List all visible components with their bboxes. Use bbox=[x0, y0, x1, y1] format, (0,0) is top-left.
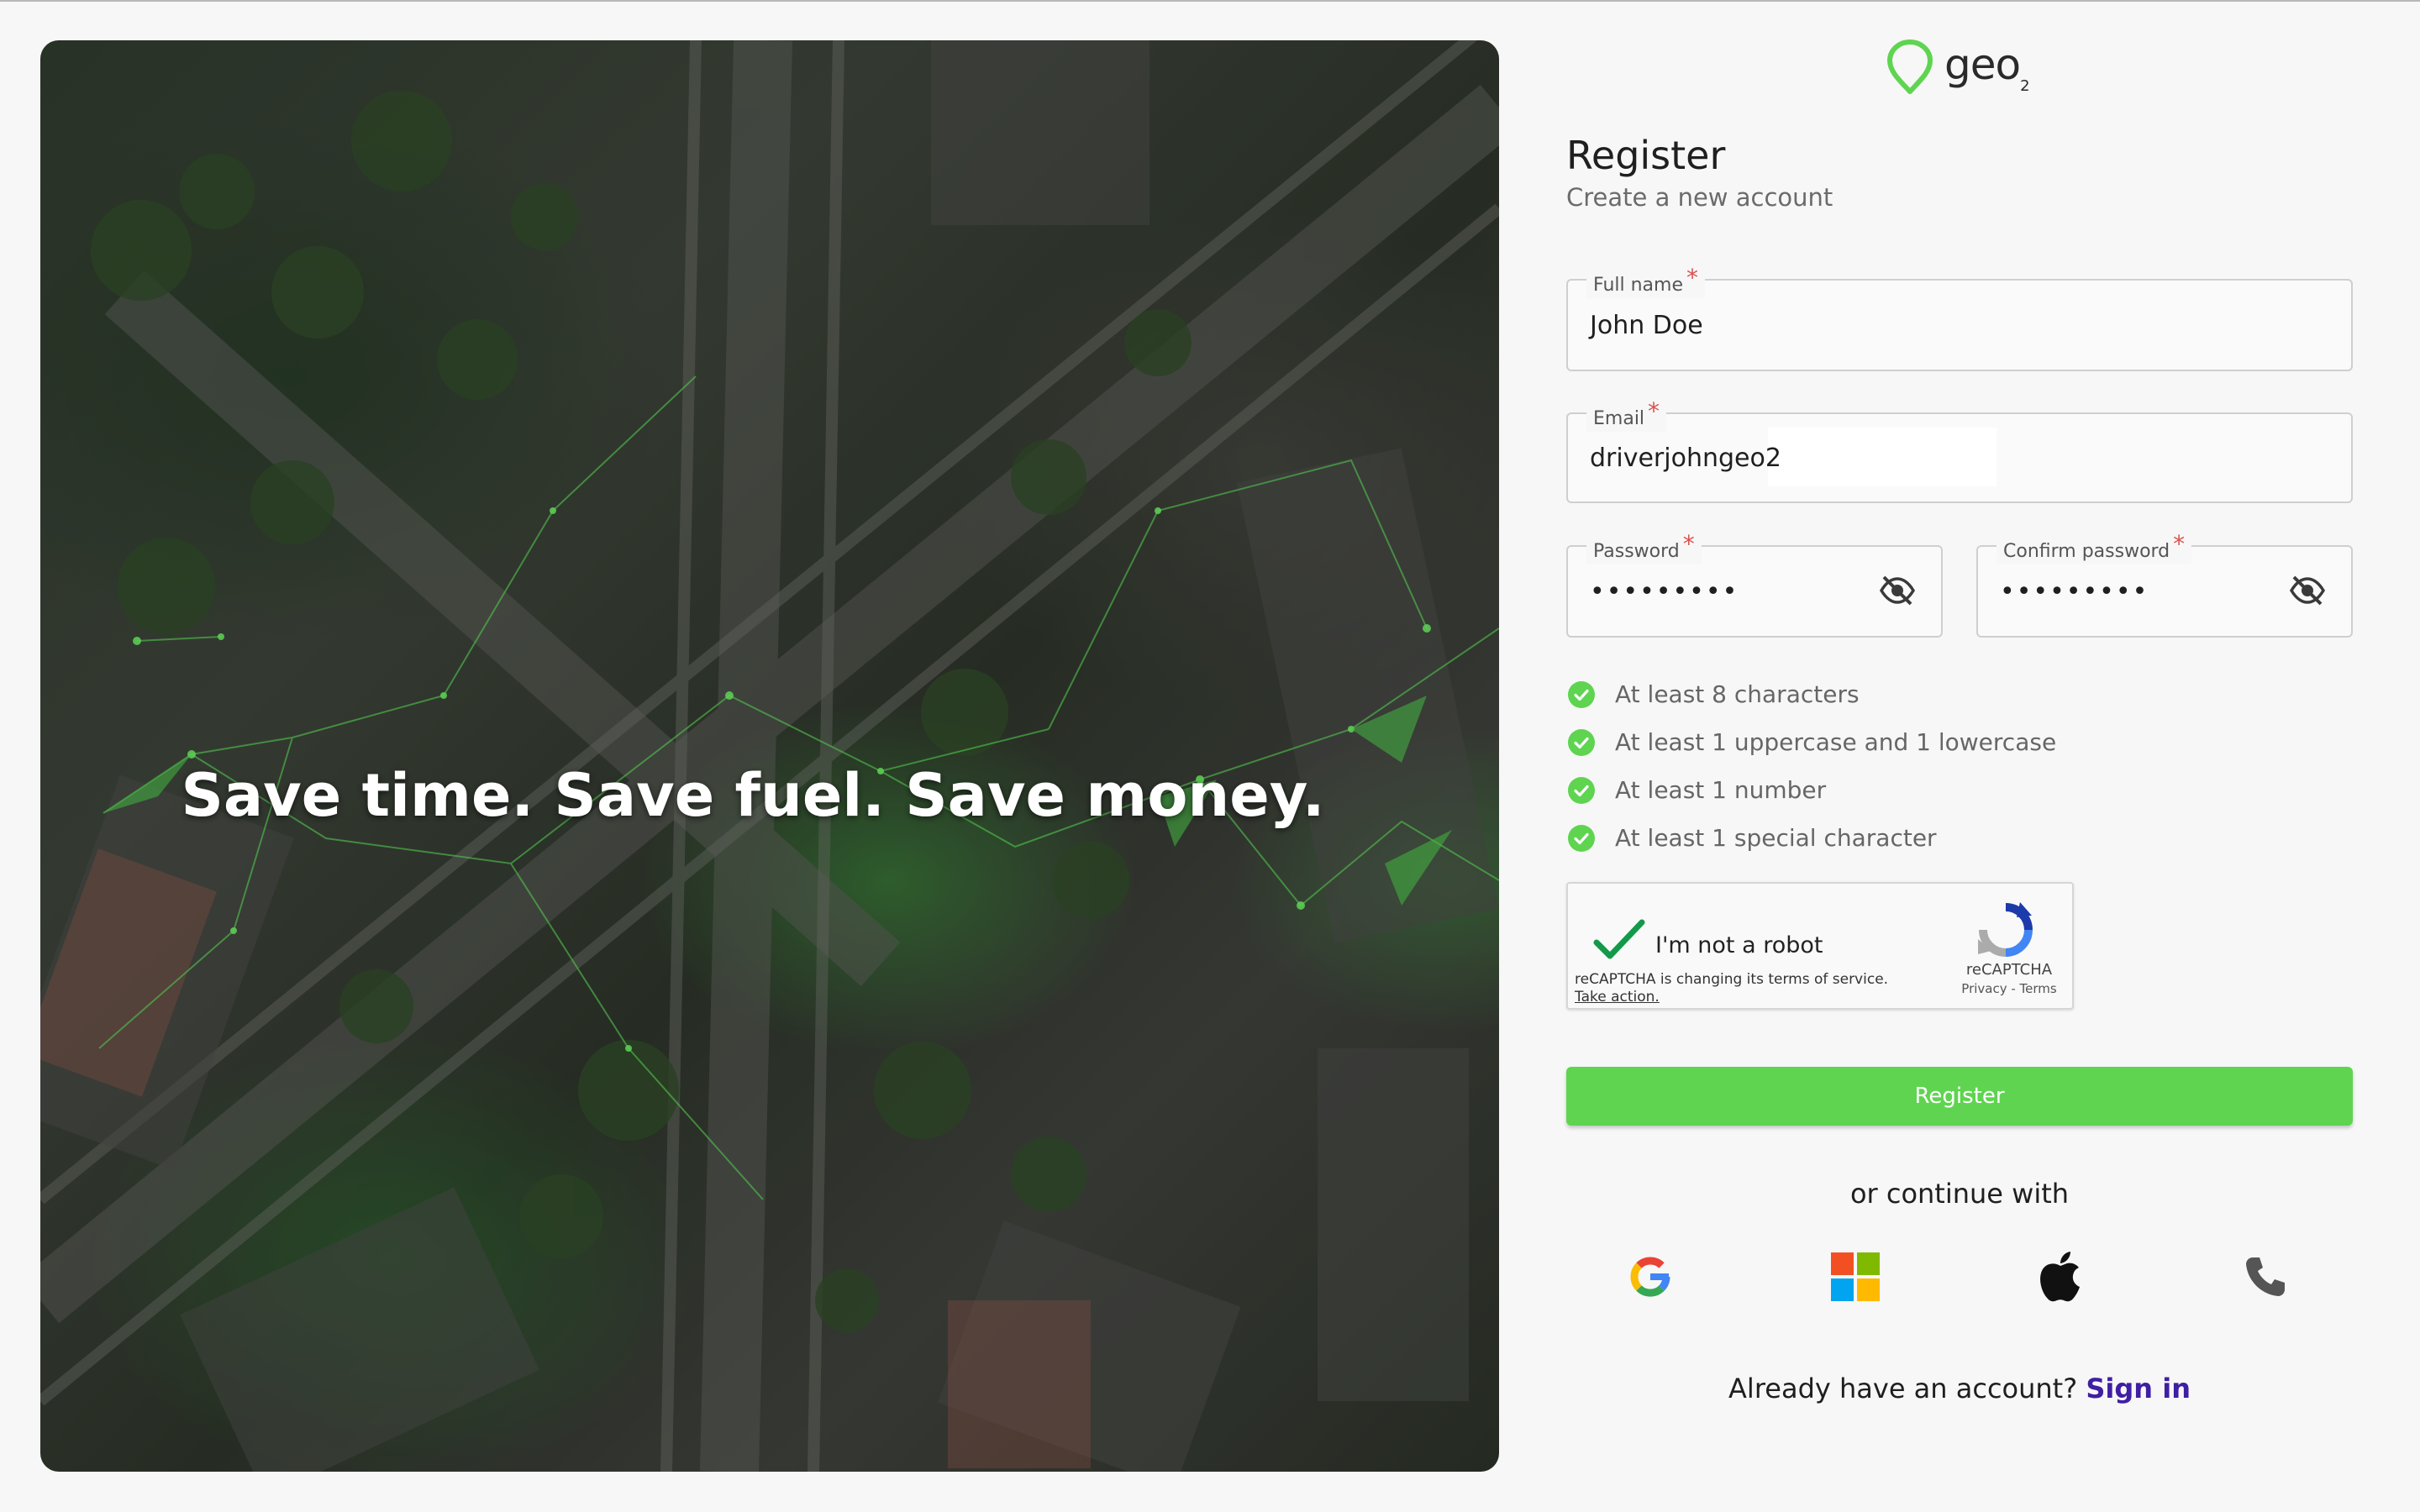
apple-signin-button[interactable] bbox=[2033, 1250, 2087, 1304]
recaptcha-widget: I'm not a robot reCAPTCHA is changing it… bbox=[1566, 882, 2074, 1010]
password-rules-list: At least 8 characters At least 1 upperca… bbox=[1568, 670, 2056, 862]
full-name-input[interactable]: John Doe bbox=[1590, 281, 1703, 370]
captcha-checkmark-icon[interactable] bbox=[1593, 919, 1645, 961]
phone-icon bbox=[2246, 1257, 2285, 1296]
apple-icon bbox=[2040, 1252, 2080, 1302]
confirm-password-field[interactable]: Confirm password * ••••••••• bbox=[1976, 532, 2353, 638]
confirm-password-input[interactable]: ••••••••• bbox=[2000, 547, 2149, 636]
password-rule: At least 1 uppercase and 1 lowercase bbox=[1568, 718, 2056, 766]
eye-off-icon[interactable] bbox=[2289, 574, 2326, 607]
continue-with-label: or continue with bbox=[1849, 1178, 2070, 1210]
register-button[interactable]: Register bbox=[1566, 1067, 2353, 1126]
check-circle-icon bbox=[1568, 728, 1595, 756]
recaptcha-logo-icon bbox=[1978, 902, 2033, 957]
password-rule-text: At least 1 special character bbox=[1615, 824, 1937, 852]
check-circle-icon bbox=[1568, 776, 1595, 804]
captcha-label: I'm not a robot bbox=[1655, 932, 1823, 958]
hero-headline: Save time. Save fuel. Save money. bbox=[181, 761, 1325, 830]
password-rule-text: At least 8 characters bbox=[1615, 680, 1860, 708]
captcha-take-action-link[interactable]: Take action. bbox=[1575, 989, 1888, 1006]
top-border bbox=[0, 0, 2420, 2]
eye-off-icon[interactable] bbox=[1879, 574, 1916, 607]
microsoft-signin-button[interactable] bbox=[1828, 1250, 1882, 1304]
email-input[interactable]: driverjohngeo2 bbox=[1590, 414, 1781, 501]
autofill-overlay bbox=[1768, 428, 1996, 486]
password-rule: At least 1 special character bbox=[1568, 814, 2056, 862]
brand-logo[interactable]: geo2 bbox=[1886, 37, 2030, 97]
logo-text: geo2 bbox=[1944, 39, 2030, 95]
page-title: Register bbox=[1566, 133, 1726, 178]
google-signin-button[interactable] bbox=[1623, 1250, 1677, 1304]
microsoft-icon bbox=[1831, 1252, 1880, 1301]
hero-image: Save time. Save fuel. Save money. bbox=[40, 40, 1499, 1472]
password-rule-text: At least 1 number bbox=[1615, 776, 1827, 804]
password-field[interactable]: Password * ••••••••• bbox=[1566, 532, 1943, 638]
captcha-notice: reCAPTCHA is changing its terms of servi… bbox=[1575, 971, 1889, 1006]
map-pin-icon bbox=[1887, 39, 1933, 94]
password-rule-text: At least 1 uppercase and 1 lowercase bbox=[1615, 728, 2057, 756]
captcha-terms-links[interactable]: Privacy - Terms bbox=[1946, 981, 2072, 996]
password-input[interactable]: ••••••••• bbox=[1590, 547, 1739, 636]
password-rule: At least 1 number bbox=[1568, 766, 2056, 814]
email-field[interactable]: Email * driverjohngeo2 bbox=[1566, 399, 2353, 503]
full-name-field[interactable]: Full name * John Doe bbox=[1566, 265, 2353, 371]
phone-signin-button[interactable] bbox=[2238, 1250, 2292, 1304]
password-rule: At least 8 characters bbox=[1568, 670, 2056, 718]
hero-aerial-illustration bbox=[40, 40, 1499, 1472]
signin-link[interactable]: Sign in bbox=[2086, 1373, 2191, 1404]
check-circle-icon bbox=[1568, 680, 1595, 708]
check-circle-icon bbox=[1568, 824, 1595, 852]
signin-prompt: Already have an account? Sign in bbox=[1728, 1373, 2191, 1404]
google-icon bbox=[1630, 1257, 1670, 1297]
captcha-brand: reCAPTCHA bbox=[1965, 961, 2053, 979]
page-subtitle: Create a new account bbox=[1566, 183, 1833, 212]
